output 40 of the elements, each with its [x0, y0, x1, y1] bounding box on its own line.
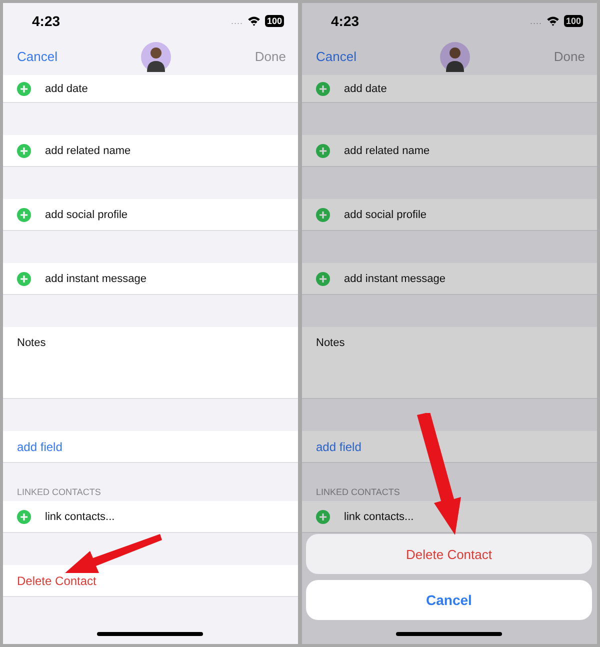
wifi-icon	[546, 15, 560, 26]
status-time: 4:23	[32, 12, 60, 28]
add-field-button[interactable]: add field	[3, 431, 298, 463]
list-row[interactable]: add instant message	[302, 263, 597, 295]
list-row[interactable]: link contacts...	[302, 501, 597, 533]
list-row[interactable]: link contacts...	[3, 501, 298, 533]
cancel-button[interactable]: Cancel	[306, 580, 592, 620]
add-field-button[interactable]: add field	[302, 431, 597, 463]
add-icon	[17, 510, 31, 524]
notes-field[interactable]: Notes	[302, 327, 597, 399]
add-icon	[17, 208, 31, 222]
signal-dots: ....	[230, 16, 243, 26]
add-icon	[17, 82, 31, 96]
wifi-icon	[246, 15, 261, 26]
signal-dots: ....	[530, 16, 542, 26]
notes-field[interactable]: Notes	[3, 327, 298, 399]
add-icon	[17, 144, 31, 158]
add-icon	[316, 144, 330, 158]
battery-level: 100	[564, 14, 583, 26]
list-row[interactable]: add instant message	[3, 263, 298, 295]
list-row[interactable]: add date	[3, 75, 298, 103]
avatar-icon[interactable]	[440, 42, 470, 72]
list-row[interactable]: add related name	[3, 135, 298, 167]
add-icon	[316, 510, 330, 524]
add-icon	[316, 82, 330, 96]
list-row[interactable]: add social profile	[302, 199, 597, 231]
cancel-button[interactable]: Cancel	[17, 49, 58, 64]
add-icon	[17, 272, 31, 286]
delete-contact-button[interactable]: Delete Contact	[3, 565, 298, 597]
delete-contact-button[interactable]: Delete Contact	[306, 534, 592, 574]
add-icon	[316, 208, 330, 222]
section-header: LINKED CONTACTS	[16, 487, 102, 499]
section-header: LINKED CONTACTS	[315, 487, 401, 499]
list-row[interactable]: add date	[302, 75, 597, 103]
list-row[interactable]: add related name	[302, 135, 597, 167]
battery-level: 100	[264, 14, 284, 26]
add-icon	[316, 272, 330, 286]
list-row[interactable]: add social profile	[3, 199, 298, 231]
status-time: 4:23	[331, 12, 360, 28]
avatar-icon[interactable]	[141, 42, 172, 72]
